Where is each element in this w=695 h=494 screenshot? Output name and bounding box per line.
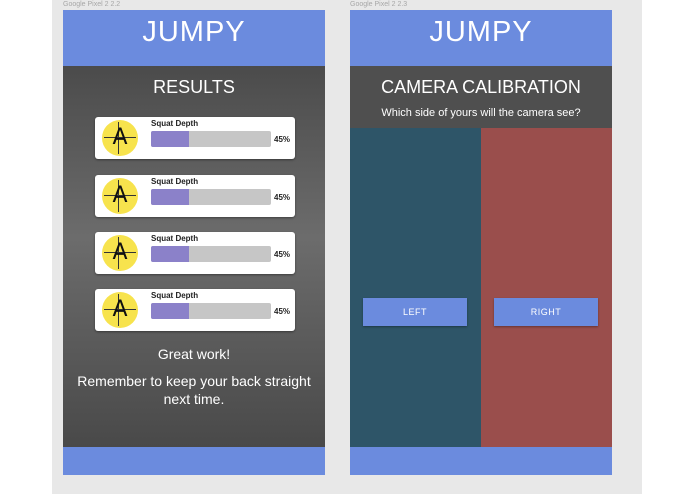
- progress-bar: [151, 131, 271, 147]
- avatar: A: [102, 292, 138, 328]
- app-bar: JUMPY: [63, 10, 325, 66]
- right-button[interactable]: RIGHT: [494, 298, 598, 326]
- progress-fill: [151, 189, 190, 205]
- progress-fill: [151, 303, 190, 319]
- progress-fill: [151, 246, 190, 262]
- feedback-tip: Remember to keep your back straight next…: [77, 373, 311, 407]
- avatar: A: [102, 178, 138, 214]
- calibration-screen: JUMPY CAMERA CALIBRATION Which side of y…: [350, 10, 612, 475]
- avatar: A: [102, 120, 138, 156]
- progress-bar: [151, 246, 271, 262]
- avatar-glyph: A: [112, 125, 128, 150]
- result-card[interactable]: A Squat Depth 45%: [95, 232, 295, 274]
- right-side-panel: RIGHT: [481, 128, 612, 447]
- left-side-panel: LEFT: [350, 128, 481, 447]
- avatar-glyph: A: [112, 297, 128, 322]
- page-title: CAMERA CALIBRATION: [381, 77, 581, 97]
- bottom-bar: [63, 447, 325, 475]
- app-title: JUMPY: [429, 16, 533, 48]
- page-title: RESULTS: [153, 77, 235, 97]
- result-card[interactable]: A Squat Depth 45%: [95, 289, 295, 331]
- left-button[interactable]: LEFT: [363, 298, 467, 326]
- calibration-question: Which side of yours will the camera see?: [381, 107, 581, 119]
- results-screen: JUMPY RESULTS A Squat Depth 45% A Squat …: [63, 10, 325, 475]
- metric-label: Squat Depth: [151, 177, 199, 186]
- frame-label-calibration: Google Pixel 2 2.3: [350, 1, 408, 8]
- percent-label: 45%: [274, 135, 291, 144]
- avatar-glyph: A: [112, 183, 128, 208]
- avatar-glyph: A: [112, 240, 128, 265]
- percent-label: 45%: [274, 250, 291, 259]
- result-card[interactable]: A Squat Depth 45%: [95, 175, 295, 217]
- frame-label-results: Google Pixel 2 2.2: [63, 1, 121, 8]
- progress-bar: [151, 303, 271, 319]
- metric-label: Squat Depth: [151, 119, 199, 128]
- metric-label: Squat Depth: [151, 234, 199, 243]
- metric-label: Squat Depth: [151, 291, 199, 300]
- app-title: JUMPY: [142, 16, 246, 48]
- progress-bar: [151, 189, 271, 205]
- app-bar: JUMPY: [350, 10, 612, 66]
- avatar: A: [102, 235, 138, 271]
- result-card[interactable]: A Squat Depth 45%: [95, 117, 295, 159]
- percent-label: 45%: [274, 307, 291, 316]
- percent-label: 45%: [274, 193, 291, 202]
- feedback-headline: Great work!: [157, 346, 231, 362]
- progress-fill: [151, 131, 190, 147]
- bottom-bar: [350, 447, 612, 475]
